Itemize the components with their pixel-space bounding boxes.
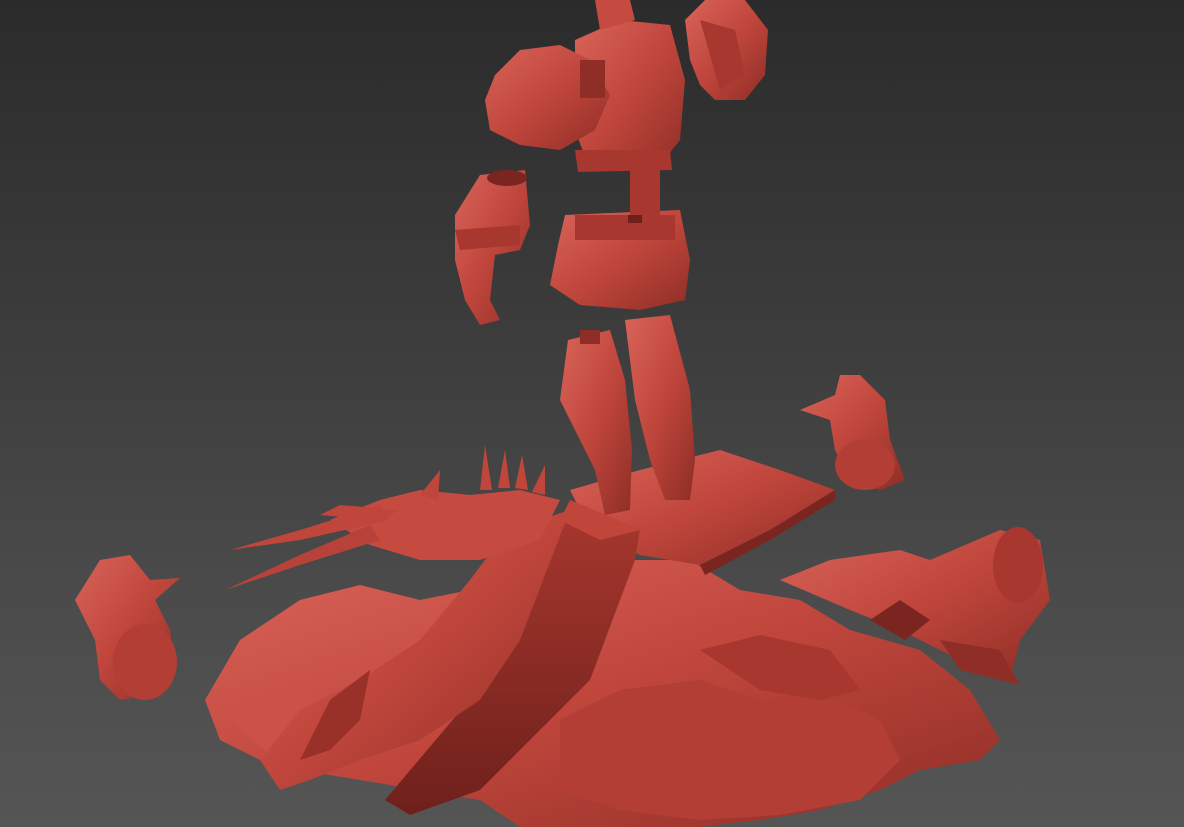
knight-arm-gauntlet[interactable] [455, 170, 530, 325]
knight-skirt[interactable] [550, 210, 690, 310]
dragon-wing-left[interactable] [75, 555, 180, 700]
3d-viewport[interactable] [0, 0, 1184, 827]
dragon-wing-right[interactable] [800, 375, 905, 490]
sculpt-scene [75, 0, 1050, 827]
knight-helmet-right[interactable] [685, 0, 768, 100]
knight-legs[interactable] [560, 315, 695, 515]
